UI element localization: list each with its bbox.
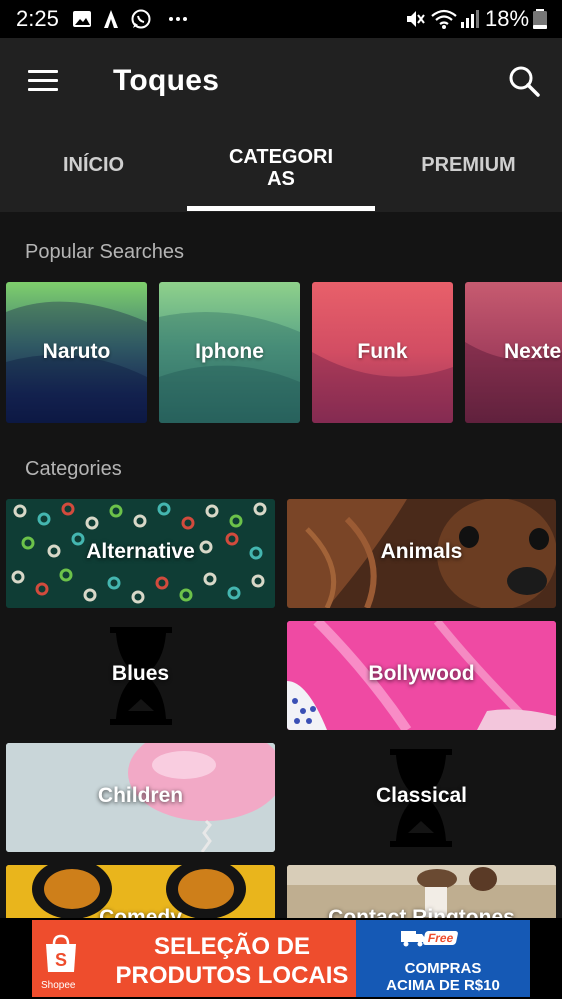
ad-offer-line2: ACIMA DE R$10 bbox=[386, 977, 500, 994]
popular-tile-iphone[interactable]: Iphone bbox=[159, 282, 300, 423]
app-title: Toques bbox=[113, 64, 220, 97]
category-label: Blues bbox=[111, 662, 170, 685]
image-icon bbox=[73, 11, 91, 27]
popular-label: Nexte bbox=[504, 340, 562, 363]
popular-tile-funk[interactable]: Funk bbox=[312, 282, 453, 423]
tab-indicator bbox=[187, 206, 375, 211]
ad-offer: COMPRAS ACIMA DE R$10 bbox=[356, 960, 530, 994]
ad-free-badge: Free bbox=[422, 931, 459, 945]
ad-right-panel[interactable]: Free COMPRAS ACIMA DE R$10 bbox=[356, 920, 530, 997]
wifi-icon bbox=[431, 9, 457, 29]
tab-label: INÍCIO bbox=[62, 154, 125, 176]
ad-banner[interactable]: S Shopee SELEÇÃO DE PRODUTOS LOCAIS Free… bbox=[0, 918, 562, 999]
battery-icon bbox=[533, 9, 547, 29]
popular-label: Iphone bbox=[195, 340, 264, 363]
popular-label: Naruto bbox=[42, 340, 111, 363]
tab-premium[interactable]: PREMIUM bbox=[375, 132, 562, 212]
menu-icon[interactable] bbox=[28, 68, 60, 94]
battery-level: 18% bbox=[485, 6, 530, 31]
category-tile-animals[interactable]: Animals bbox=[287, 499, 556, 608]
category-tile-alternative[interactable]: Alternative bbox=[6, 499, 275, 608]
category-label: Children bbox=[97, 784, 184, 807]
svg-text:S: S bbox=[55, 950, 67, 970]
ad-headline-line2: PRODUTOS LOCAIS bbox=[115, 962, 349, 989]
category-label: Bollywood bbox=[368, 662, 475, 685]
a-logo-icon bbox=[104, 10, 118, 28]
signal-icon bbox=[461, 10, 479, 28]
whatsapp-icon bbox=[131, 9, 151, 29]
search-icon[interactable] bbox=[507, 64, 541, 98]
category-label: Classical bbox=[375, 784, 468, 807]
tab-categorias[interactable]: CATEGORIAS bbox=[187, 132, 375, 212]
ad-headline-line1: SELEÇÃO DE bbox=[153, 933, 311, 960]
category-tile-blues[interactable]: Blues bbox=[6, 621, 275, 730]
app-bar: Toques INÍCIO CATEGORIAS PREMIUM bbox=[0, 38, 562, 212]
ad-brand-label: Shopee bbox=[41, 980, 76, 991]
popular-tile-nexte[interactable]: Nexte bbox=[465, 282, 562, 423]
popular-tile-naruto[interactable]: Naruto bbox=[6, 282, 147, 423]
categories-title: Categories bbox=[25, 458, 122, 480]
category-label: Alternative bbox=[86, 540, 195, 563]
status-bar: 2:25 18% bbox=[0, 0, 562, 38]
mute-icon bbox=[407, 11, 425, 27]
category-tile-bollywood[interactable]: Bollywood bbox=[287, 621, 556, 730]
popular-label: Funk bbox=[357, 340, 408, 363]
status-time: 2:25 bbox=[16, 6, 59, 31]
ad-headline: SELEÇÃO DE PRODUTOS LOCAIS bbox=[112, 932, 352, 990]
category-label: Animals bbox=[380, 540, 463, 563]
tab-label: CATEGORIAS bbox=[228, 146, 334, 190]
category-tile-children[interactable]: Children bbox=[6, 743, 275, 852]
popular-searches-title: Popular Searches bbox=[25, 241, 184, 263]
ad-left-panel[interactable]: S Shopee SELEÇÃO DE PRODUTOS LOCAIS bbox=[32, 920, 356, 997]
shopee-bag-icon: S bbox=[46, 934, 76, 972]
ad-offer-line1: COMPRAS bbox=[404, 960, 482, 977]
more-icon bbox=[169, 17, 187, 21]
category-tile-classical[interactable]: Classical bbox=[287, 743, 556, 852]
tab-inicio[interactable]: INÍCIO bbox=[0, 132, 187, 212]
tab-label: PREMIUM bbox=[421, 154, 516, 176]
delivery-truck-icon bbox=[401, 931, 425, 947]
